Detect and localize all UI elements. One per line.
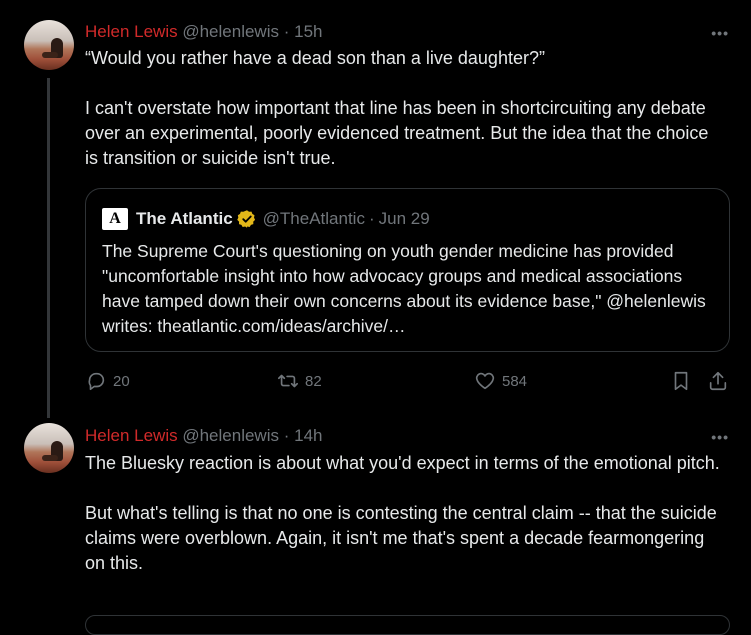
tweet-paragraph: “Would you rather have a dead son than a… — [85, 48, 545, 68]
tweet-header: Helen Lewis @helenlewis · 14h — [85, 426, 323, 446]
like-button[interactable]: 584 — [474, 370, 527, 392]
tweet-helen-lewis-1[interactable]: Helen Lewis @helenlewis · 15h ••• “Would… — [0, 0, 751, 418]
bookmark-button[interactable] — [670, 370, 692, 397]
separator-dot: · — [283, 426, 290, 445]
tweet-paragraph: The Bluesky reaction is about what you'd… — [85, 453, 720, 473]
quoted-tweet[interactable]: A The Atlantic @TheAtlantic · Jun 29 The… — [85, 188, 730, 352]
reply-button[interactable]: 20 — [85, 370, 130, 392]
repost-count: 82 — [305, 372, 322, 390]
atlantic-logo-icon: A — [102, 208, 128, 230]
author-handle[interactable]: @helenlewis — [182, 426, 279, 445]
author-handle[interactable]: @helenlewis — [182, 22, 279, 41]
tweet-text: “Would you rather have a dead son than a… — [85, 46, 725, 171]
avatar[interactable] — [24, 423, 74, 473]
quote-date: Jun 29 — [378, 209, 430, 228]
like-count: 584 — [502, 372, 528, 390]
timestamp[interactable]: 14h — [294, 426, 322, 445]
more-options-icon[interactable]: ••• — [711, 429, 729, 445]
quote-text: The Supreme Court's questioning on youth… — [102, 241, 706, 336]
repost-button[interactable]: 82 — [277, 370, 322, 392]
author-name[interactable]: Helen Lewis — [85, 22, 178, 41]
avatar-legs — [42, 52, 58, 58]
separator-dot: · — [368, 209, 375, 228]
tweet-text: The Bluesky reaction is about what you'd… — [85, 451, 725, 576]
separator-dot: · — [283, 22, 290, 41]
bookmark-icon — [674, 371, 688, 391]
next-quote-card-edge — [85, 615, 730, 635]
tweet-helen-lewis-2[interactable]: Helen Lewis @helenlewis · 14h ••• The Bl… — [0, 410, 751, 635]
share-button[interactable] — [707, 370, 729, 397]
verified-badge-icon — [236, 210, 255, 228]
repost-icon — [278, 374, 298, 388]
avatar-legs — [42, 455, 58, 461]
quote-author-handle: @TheAtlantic — [262, 209, 365, 228]
author-name[interactable]: Helen Lewis — [85, 426, 178, 445]
share-icon — [709, 371, 727, 391]
heart-icon — [475, 372, 495, 390]
avatar[interactable] — [24, 20, 74, 70]
tweet-header: Helen Lewis @helenlewis · 15h — [85, 22, 323, 42]
reply-icon — [88, 372, 105, 391]
quote-header: A The Atlantic @TheAtlantic · Jun 29 — [102, 208, 430, 230]
tweet-paragraph: But what's telling is that no one is con… — [85, 503, 717, 573]
quote-author-name: The Atlantic — [136, 209, 233, 228]
timestamp[interactable]: 15h — [294, 22, 322, 41]
thread-line — [47, 78, 50, 418]
tweet-paragraph: I can't overstate how important that lin… — [85, 98, 709, 168]
more-options-icon[interactable]: ••• — [711, 25, 729, 41]
tweet-actions: 20 82 584 — [85, 370, 735, 394]
reply-count: 20 — [113, 372, 130, 390]
